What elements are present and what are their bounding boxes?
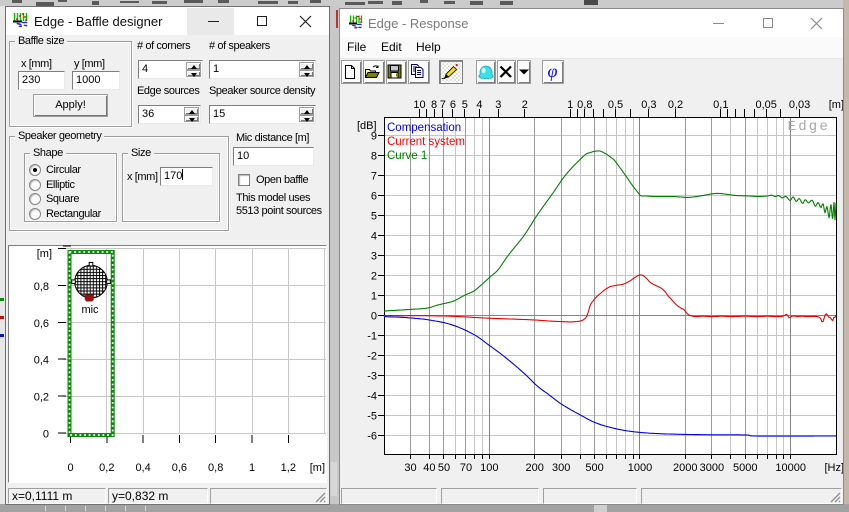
svg-text:0,4: 0,4 [34, 355, 49, 367]
svg-text:70: 70 [460, 462, 472, 474]
svg-text:7: 7 [371, 171, 377, 183]
svg-text:2: 2 [522, 99, 528, 111]
svg-text:Compensation: Compensation [387, 122, 461, 134]
svg-text:1,2: 1,2 [281, 462, 296, 474]
svg-text:4: 4 [371, 231, 377, 243]
svg-text:1: 1 [567, 99, 573, 111]
svg-text:50: 50 [438, 462, 450, 474]
svg-text:0,4: 0,4 [135, 462, 150, 474]
svg-text:[m]: [m] [829, 99, 843, 111]
svg-text:0: 0 [371, 311, 377, 323]
svg-text:3: 3 [495, 99, 501, 111]
svg-text:3: 3 [371, 251, 377, 263]
svg-text:1000: 1000 [628, 462, 652, 474]
svg-text:0,2: 0,2 [99, 462, 114, 474]
svg-text:5: 5 [371, 211, 377, 223]
svg-text:0,2: 0,2 [668, 99, 683, 111]
svg-text:2000: 2000 [673, 462, 697, 474]
svg-text:0,8: 0,8 [208, 462, 223, 474]
svg-text:0,2: 0,2 [34, 392, 49, 404]
svg-text:8: 8 [371, 151, 377, 163]
svg-text:0,3: 0,3 [641, 99, 656, 111]
svg-text:Edge: Edge [788, 119, 830, 135]
svg-text:5000: 5000 [733, 462, 757, 474]
svg-text:0,6: 0,6 [34, 318, 49, 330]
svg-text:0,8: 0,8 [34, 281, 49, 293]
svg-text:6: 6 [371, 191, 377, 203]
svg-text:5: 5 [462, 99, 468, 111]
svg-text:-1: -1 [367, 331, 377, 343]
svg-text:0,8: 0,8 [577, 99, 592, 111]
svg-text:0,03: 0,03 [789, 99, 810, 111]
svg-text:0: 0 [43, 429, 49, 441]
svg-text:300: 300 [552, 462, 570, 474]
svg-text:0,5: 0,5 [608, 99, 623, 111]
svg-text:-2: -2 [367, 351, 377, 363]
svg-text:mic: mic [81, 304, 99, 316]
svg-text:500: 500 [585, 462, 603, 474]
svg-text:[m]: [m] [37, 248, 52, 260]
svg-text:-4: -4 [367, 391, 377, 403]
svg-text:1: 1 [249, 462, 255, 474]
svg-text:4: 4 [476, 99, 482, 111]
svg-text:3000: 3000 [700, 462, 724, 474]
svg-text:40: 40 [423, 462, 435, 474]
svg-text:9: 9 [371, 131, 377, 143]
svg-text:Curve 1: Curve 1 [387, 150, 427, 162]
svg-text:[m]: [m] [310, 462, 325, 474]
svg-text:2: 2 [371, 271, 377, 283]
svg-text:0: 0 [67, 462, 73, 474]
svg-text:-5: -5 [367, 411, 377, 423]
svg-text:30: 30 [404, 462, 416, 474]
svg-text:200: 200 [526, 462, 544, 474]
svg-text:7: 7 [440, 99, 446, 111]
svg-text:8: 8 [431, 99, 437, 111]
svg-text:10: 10 [413, 99, 425, 111]
svg-text:10000: 10000 [775, 462, 806, 474]
svg-text:0,05: 0,05 [755, 99, 776, 111]
svg-text:0,6: 0,6 [172, 462, 187, 474]
svg-text:-3: -3 [367, 371, 377, 383]
svg-text:100: 100 [480, 462, 498, 474]
svg-text:0,1: 0,1 [713, 99, 728, 111]
svg-text:-6: -6 [367, 431, 377, 443]
svg-text:1: 1 [371, 291, 377, 303]
svg-text:Current system: Current system [387, 136, 465, 148]
svg-text:6: 6 [450, 99, 456, 111]
svg-text:[Hz]: [Hz] [824, 462, 843, 474]
